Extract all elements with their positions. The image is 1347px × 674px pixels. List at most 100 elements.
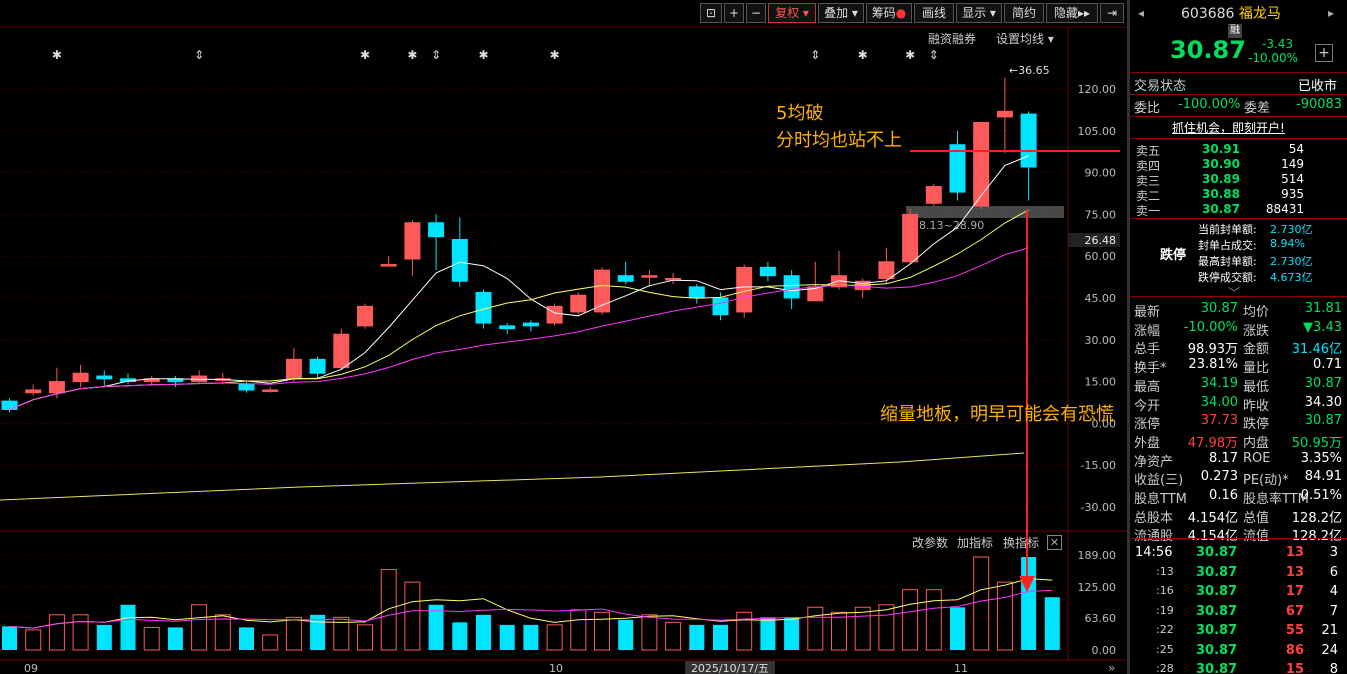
volume-bar[interactable] [1021, 557, 1037, 650]
margin-link[interactable]: 融资融券 [928, 30, 976, 47]
volume-bar[interactable] [357, 624, 373, 651]
candle-body[interactable] [641, 275, 658, 278]
volume-bar[interactable] [167, 627, 183, 650]
volume-bar[interactable] [950, 607, 965, 650]
candle-body[interactable] [1, 400, 18, 410]
add-watchlist-button[interactable]: + [1315, 44, 1333, 62]
candle-body[interactable] [617, 275, 634, 282]
change-indicator-link[interactable]: 换指标 [1003, 534, 1039, 551]
candle-body[interactable] [285, 358, 302, 380]
candle-body[interactable] [1020, 113, 1037, 168]
volume-bar[interactable] [641, 614, 658, 651]
volume-bar[interactable] [854, 606, 871, 651]
open-account-link[interactable]: 抓住机会，即刻开户! [1172, 119, 1285, 138]
volume-bar[interactable] [96, 624, 112, 650]
volume-bar[interactable] [784, 617, 800, 650]
event-marker-icon[interactable]: ✱ [905, 48, 915, 62]
volume-bar[interactable] [546, 624, 563, 651]
candle-body[interactable] [925, 186, 942, 204]
volume-bar[interactable] [973, 556, 990, 651]
candle-body[interactable] [783, 275, 800, 299]
candle-body[interactable] [570, 294, 587, 313]
candle-body[interactable] [451, 238, 468, 282]
volume-bar[interactable] [285, 616, 302, 651]
volume-bar[interactable] [380, 569, 397, 651]
candle-body[interactable] [522, 322, 539, 327]
volume-bar[interactable] [143, 626, 160, 651]
candle-body[interactable] [404, 222, 421, 260]
event-marker-icon[interactable]: ✱ [550, 48, 560, 62]
event-marker-icon[interactable]: ⇕ [194, 48, 204, 62]
volume-bar[interactable] [902, 589, 919, 651]
candle-body[interactable] [333, 333, 350, 369]
candle-body[interactable] [546, 305, 563, 324]
event-marker-icon[interactable]: ✱ [407, 48, 417, 62]
volume-bar[interactable] [831, 611, 847, 651]
candle-body[interactable] [973, 121, 990, 207]
candle-body[interactable] [499, 325, 516, 330]
event-marker-icon[interactable]: ✱ [52, 48, 62, 62]
volume-bar[interactable] [523, 624, 539, 650]
collapse-icon[interactable]: ﹀ [1228, 284, 1240, 301]
next-stock-icon[interactable]: ▸ [1328, 6, 1334, 20]
candle-body[interactable] [996, 110, 1013, 118]
lock-icon[interactable]: ⊡ [700, 3, 722, 23]
kline-chart[interactable]: 120.00 105.00 90.00 75.00 60.00 45.00 30.00 15.… [0, 0, 1128, 674]
candle-body[interactable] [878, 261, 895, 279]
volume-bar[interactable] [736, 611, 753, 651]
close-icon[interactable]: ✕ [1047, 535, 1062, 550]
volume-bar[interactable] [925, 589, 942, 651]
volume-bar[interactable] [2, 626, 17, 650]
volume-bar[interactable] [72, 614, 89, 651]
volume-bar[interactable] [878, 604, 895, 651]
volume-bar[interactable] [120, 604, 136, 650]
event-marker-icon[interactable]: ✱ [478, 48, 488, 62]
hide-button[interactable]: 隐藏▸▸ [1046, 3, 1098, 23]
candle-body[interactable] [238, 383, 255, 391]
volume-bar[interactable] [476, 614, 491, 650]
candle-body[interactable] [759, 266, 776, 277]
volume-bar[interactable] [570, 609, 587, 651]
candle-body[interactable] [48, 381, 65, 394]
volume-bar[interactable] [1044, 597, 1060, 650]
zoom-in-button[interactable]: + [724, 3, 744, 23]
chips-button[interactable]: 筹码● [866, 3, 912, 23]
candle-body[interactable] [309, 358, 326, 374]
candle-body[interactable] [72, 372, 89, 383]
volume-bar[interactable] [25, 629, 42, 651]
panel-divider[interactable] [1127, 0, 1130, 674]
candle-body[interactable] [712, 297, 729, 316]
volume-bar[interactable] [689, 624, 705, 650]
candle-body[interactable] [428, 222, 445, 238]
overlay-button[interactable]: 叠加 ▾ [818, 3, 864, 23]
candle-body[interactable] [902, 213, 919, 263]
event-marker-icon[interactable]: ✱ [858, 48, 868, 62]
candle-body[interactable] [380, 264, 397, 267]
event-marker-icon[interactable]: ✱ [360, 48, 370, 62]
volume-bar[interactable] [713, 624, 728, 650]
zoom-out-button[interactable]: − [746, 3, 766, 23]
volume-bar[interactable] [996, 581, 1013, 651]
display-button[interactable]: 显示 ▾ [956, 3, 1002, 23]
volume-bar[interactable] [404, 581, 421, 651]
add-indicator-link[interactable]: 加指标 [957, 534, 993, 551]
volume-bar[interactable] [214, 614, 231, 651]
event-marker-icon[interactable]: ⇕ [431, 48, 441, 62]
event-marker-icon[interactable]: ⇕ [810, 48, 820, 62]
volume-bar[interactable] [499, 624, 515, 650]
ma-settings-link[interactable]: 设置均线 ▾ [996, 30, 1054, 47]
volume-bar[interactable] [428, 604, 444, 650]
prev-stock-icon[interactable]: ◂ [1138, 6, 1144, 20]
scroll-right-icon[interactable]: » [1108, 661, 1115, 674]
candle-body[interactable] [736, 266, 753, 313]
fuquan-button[interactable]: 复权 ▾ [768, 3, 816, 23]
candle-body[interactable] [25, 389, 42, 394]
simple-button[interactable]: 简约 [1004, 3, 1044, 23]
candle-body[interactable] [96, 375, 113, 380]
candle-body[interactable] [262, 389, 279, 392]
volume-bar[interactable] [665, 621, 682, 651]
candle-body[interactable] [688, 286, 705, 299]
volume-bar[interactable] [191, 604, 208, 651]
volume-bar[interactable] [262, 634, 279, 651]
expand-icon[interactable]: ⇥ [1100, 3, 1124, 23]
